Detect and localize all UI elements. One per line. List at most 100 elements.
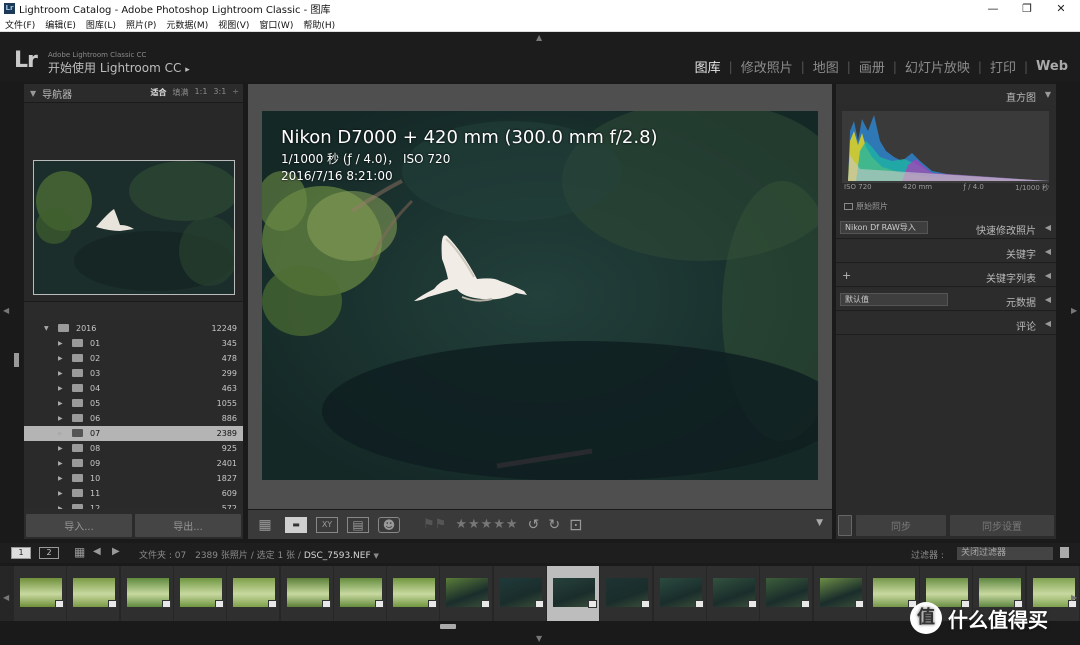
menu-photo[interactable]: 照片(P) (121, 18, 161, 31)
collapse-right-icon[interactable]: ▶ (1071, 306, 1077, 315)
folder-row[interactable]: ▶ 09 2401 (24, 456, 243, 471)
collapsed-triangle-icon[interactable]: ▶ (58, 460, 63, 467)
quick-develop-header[interactable]: Nikon Df RAW导入 快速修改照片 ◀ (836, 217, 1056, 239)
module-print[interactable]: 打印 (990, 57, 1016, 76)
survey-view-icon[interactable]: ▤ (347, 516, 369, 533)
maximize-button[interactable]: ❐ (1012, 0, 1042, 17)
collapse-top-icon[interactable]: ▲ (536, 33, 542, 42)
zoom-3-1[interactable]: 3:1 (213, 87, 226, 98)
sync-settings-button[interactable]: 同步设置 (950, 515, 1054, 536)
folder-row[interactable]: ▶ 06 886 (24, 411, 243, 426)
expanded-triangle-icon[interactable]: ▼ (44, 325, 49, 332)
filmstrip-thumbnail[interactable] (14, 566, 66, 621)
menu-file[interactable]: 文件(F) (0, 18, 40, 31)
zoom-menu-icon[interactable]: ÷ (232, 87, 239, 98)
filmstrip-thumbnail[interactable] (653, 566, 706, 621)
comments-header[interactable]: 评论 ◀ (836, 313, 1056, 335)
filmstrip-thumbnail[interactable] (706, 566, 759, 621)
filmstrip-thumbnail[interactable] (440, 566, 493, 621)
export-button[interactable]: 导出... (135, 514, 241, 537)
filmstrip-thumbnail[interactable] (227, 566, 280, 621)
original-photo-toggle[interactable]: 原始照片 (844, 201, 888, 212)
zoom-fit[interactable]: 适合 (151, 87, 167, 98)
filter-select[interactable]: 关闭过滤器 (957, 547, 1053, 560)
collapsed-triangle-icon[interactable]: ▶ (58, 370, 63, 377)
folder-row[interactable]: ▼ 2016 12249 (24, 321, 243, 336)
menu-help[interactable]: 帮助(H) (298, 18, 340, 31)
left-scroll-handle[interactable] (14, 353, 19, 367)
module-map[interactable]: 地图 (813, 57, 839, 76)
filmstrip-thumbnail[interactable] (760, 566, 813, 621)
zoom-fill[interactable]: 填满 (173, 87, 189, 98)
filmstrip-thumbnail[interactable] (600, 566, 653, 621)
filmstrip-right-icon[interactable]: ▶ (1071, 593, 1077, 602)
folder-row[interactable]: ▶ 03 299 (24, 366, 243, 381)
module-web[interactable]: Web (1036, 59, 1068, 74)
folder-row[interactable]: ▶ 12 572 (24, 501, 243, 509)
auto-sync-switch[interactable] (838, 515, 852, 536)
filmstrip-thumbnail[interactable] (120, 566, 173, 621)
filter-lock-icon[interactable] (1060, 547, 1069, 558)
filmstrip-thumbnail[interactable] (173, 566, 226, 621)
module-library[interactable]: 图库 (695, 57, 721, 76)
collapsed-triangle-icon[interactable]: ▶ (58, 490, 63, 497)
collapsed-triangle-icon[interactable]: ▶ (58, 475, 63, 482)
flag-icon[interactable]: ⚑⚑ (423, 517, 446, 532)
filmstrip-thumbnail[interactable] (67, 566, 120, 621)
menu-window[interactable]: 窗口(W) (254, 18, 298, 31)
filmstrip-thumbnail[interactable] (387, 566, 440, 621)
original-checkbox[interactable] (844, 203, 853, 210)
add-keyword-icon[interactable]: + (842, 269, 851, 282)
people-view-icon[interactable]: ☻ (378, 516, 400, 533)
grid-view-icon[interactable]: ▦ (254, 517, 276, 533)
compare-view-icon[interactable]: XY (316, 516, 338, 533)
folder-row[interactable]: ▶ 11 609 (24, 486, 243, 501)
source-info[interactable]: 文件夹 : 07 2389 张照片 / 选定 1 张 / DSC_7593.NE… (139, 548, 379, 561)
folder-row[interactable]: ▶ 02 478 (24, 351, 243, 366)
folder-row[interactable]: ▶ 04 463 (24, 381, 243, 396)
main-photo[interactable]: Nikon D7000 + 420 mm (300.0 mm f/2.8) 1/… (262, 111, 818, 480)
collapsed-triangle-icon[interactable]: ▶ (58, 355, 63, 362)
module-slideshow[interactable]: 幻灯片放映 (905, 57, 970, 76)
collapse-bottom-icon[interactable]: ▼ (536, 634, 542, 643)
collapsed-triangle-icon[interactable]: ▶ (58, 430, 63, 437)
collapsed-triangle-icon[interactable]: ▶ (58, 415, 63, 422)
folder-row[interactable]: ▶ 05 1055 (24, 396, 243, 411)
crop-overlay-icon[interactable]: ⊡ (569, 515, 582, 534)
filmstrip-thumbnail[interactable] (813, 566, 866, 621)
menu-library[interactable]: 图库(L) (81, 18, 121, 31)
menu-edit[interactable]: 编辑(E) (40, 18, 81, 31)
filmstrip-thumbnail[interactable] (547, 566, 599, 621)
loupe-view-icon[interactable]: ▬ (285, 516, 307, 533)
zoom-1-1[interactable]: 1:1 (195, 87, 208, 98)
identity-line2[interactable]: 开始使用 Lightroom CC ▸ (48, 59, 190, 76)
collapsed-triangle-icon[interactable]: ▶ (58, 505, 63, 509)
menu-view[interactable]: 视图(V) (213, 18, 254, 31)
metadata-preset-select[interactable]: 默认值 (840, 293, 948, 306)
grid-icon[interactable]: ▦ (74, 545, 85, 559)
preset-select[interactable]: Nikon Df RAW导入 (840, 221, 928, 234)
import-button[interactable]: 导入... (26, 514, 132, 537)
module-book[interactable]: 画册 (859, 57, 885, 76)
folder-row[interactable]: ▶ 10 1827 (24, 471, 243, 486)
sync-button[interactable]: 同步 (856, 515, 946, 536)
folder-row[interactable]: ▶ 01 345 (24, 336, 243, 351)
minimize-button[interactable]: — (978, 0, 1008, 17)
menu-metadata[interactable]: 元数据(M) (161, 18, 213, 31)
navigator-preview[interactable] (33, 160, 235, 295)
collapsed-triangle-icon[interactable]: ▶ (58, 400, 63, 407)
primary-window-button[interactable]: 1 (11, 547, 31, 559)
toolbar-menu-icon[interactable]: ▼ (816, 518, 823, 528)
collapsed-triangle-icon[interactable]: ▶ (58, 340, 63, 347)
collapse-left-icon[interactable]: ◀ (3, 306, 9, 315)
module-develop[interactable]: 修改照片 (741, 57, 793, 76)
filmstrip-thumbnail[interactable] (493, 566, 546, 621)
folder-row[interactable]: ▶ 07 2389 (24, 426, 243, 441)
filmstrip-thumbnail[interactable] (280, 566, 333, 621)
rotate-left-icon[interactable]: ↺ (528, 517, 540, 533)
filmstrip-thumbnail[interactable] (333, 566, 386, 621)
close-button[interactable]: ✕ (1046, 0, 1076, 17)
secondary-window-button[interactable]: 2 (39, 547, 59, 559)
collapsed-triangle-icon[interactable]: ▶ (58, 385, 63, 392)
folder-row[interactable]: ▶ 08 925 (24, 441, 243, 456)
